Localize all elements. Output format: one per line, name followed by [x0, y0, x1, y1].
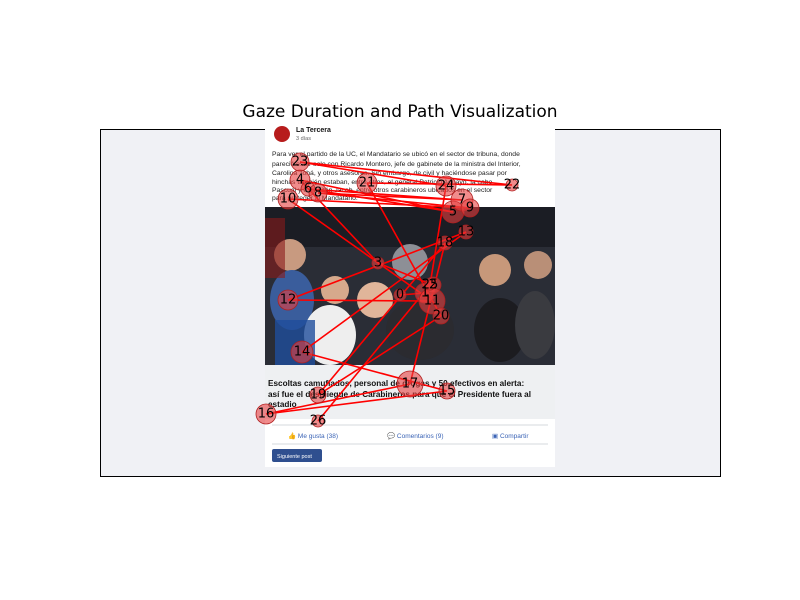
fixation-label: 0 — [396, 288, 404, 303]
gaze-plot: La Tercera 3 días Para ver el partido de… — [100, 126, 721, 477]
publisher-name: La Tercera — [296, 127, 331, 134]
gaze-path-segment — [287, 299, 433, 302]
fixation-label: 15 — [439, 384, 456, 399]
fixation-label: 6 — [304, 182, 312, 197]
comments-action: 💬 Comentarios (9) — [387, 432, 444, 440]
fixation-label: 3 — [374, 256, 382, 271]
fixation-label: 25 — [422, 278, 439, 293]
fixation-label: 21 — [359, 176, 376, 191]
fixation-label: 12 — [280, 293, 297, 308]
fixation-label: 14 — [294, 345, 311, 360]
fixation-label: 13 — [458, 225, 475, 240]
fixation-label: 19 — [310, 388, 327, 403]
post-text-line: Para ver el partido de la UC, el Mandata… — [272, 151, 520, 158]
fixation-label: 10 — [280, 192, 297, 207]
fixation-label: 22 — [504, 178, 521, 193]
fixation-label: 5 — [449, 205, 457, 220]
fixation-label: 16 — [258, 407, 275, 422]
publisher-logo — [274, 126, 290, 142]
fixation-label: 17 — [402, 377, 419, 392]
fixation-label: 20 — [433, 309, 450, 324]
fixation-label: 26 — [310, 414, 327, 429]
fixation-label: 18 — [437, 236, 454, 251]
fixation-label: 9 — [466, 201, 474, 216]
like-action: 👍 Me gusta (38) — [288, 432, 338, 440]
fixation-label: 8 — [314, 186, 322, 201]
post-time: 3 días — [296, 136, 311, 142]
fixation-label: 23 — [292, 155, 309, 170]
fixation-label: 11 — [424, 294, 441, 309]
share-action: ▣ Compartir — [492, 433, 529, 440]
next-post-label: Siguiente post — [277, 454, 312, 460]
fixation-label: 24 — [438, 179, 455, 194]
